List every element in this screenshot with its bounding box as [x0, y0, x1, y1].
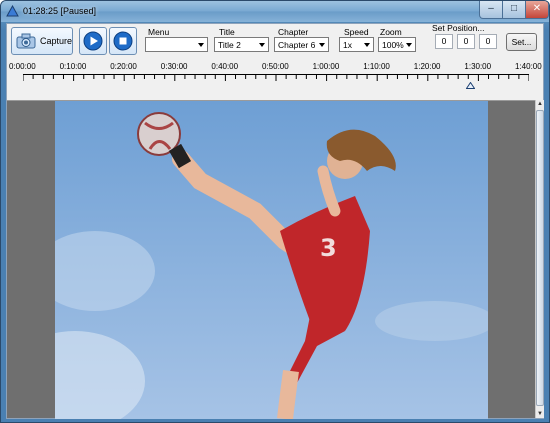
seek-thumb[interactable] [465, 82, 475, 89]
client-area: Capture Menu Title Title 2 Chapter Chapt… [6, 23, 544, 419]
menu-dropdown[interactable] [145, 37, 208, 52]
minimize-button[interactable]: – [479, 1, 503, 19]
title-dropdown[interactable]: Title 2 [214, 37, 269, 52]
timeline-label: 1:40:00 [515, 62, 542, 71]
timeline-label: 0:50:00 [262, 62, 289, 71]
video-frame[interactable]: 3 [55, 101, 488, 419]
app-icon [6, 5, 19, 17]
timeline-label: 0:10:00 [59, 62, 87, 71]
title-value: Title 2 [218, 40, 241, 50]
capture-button[interactable]: Capture [11, 27, 73, 55]
stop-button[interactable] [109, 27, 137, 55]
position-minutes-field[interactable]: 0 [457, 34, 475, 49]
timeline-label: 1:00:00 [312, 62, 340, 71]
play-button[interactable] [79, 27, 107, 55]
zoom-label: Zoom [380, 27, 402, 37]
scroll-up-icon[interactable]: ▲ [537, 101, 543, 107]
seek-ticks [23, 75, 529, 81]
position-hours-field[interactable]: 0 [435, 34, 453, 49]
video-image: 3 [55, 101, 488, 419]
zoom-value: 100% [382, 40, 404, 50]
title-label: Title [219, 27, 235, 37]
close-button[interactable]: ✕ [525, 1, 549, 19]
timeline-label: 1:20:00 [413, 62, 441, 71]
scroll-thumb[interactable] [536, 110, 544, 406]
chapter-label: Chapter [278, 27, 309, 37]
video-area[interactable]: 3 [7, 100, 535, 419]
position-seconds-field[interactable]: 0 [479, 34, 497, 49]
set-position-label: Set Position... [432, 23, 485, 33]
timeline-label: 0:40:00 [211, 62, 239, 71]
maximize-button[interactable]: □ [502, 1, 526, 19]
timeline-label: 0:30:00 [160, 62, 188, 71]
timeline-label: 1:10:00 [363, 62, 390, 71]
chevron-down-icon [406, 43, 412, 47]
svg-text:3: 3 [320, 234, 337, 262]
chevron-down-icon [259, 43, 265, 47]
window-title: 01:28:25 [Paused] [23, 6, 97, 16]
stop-icon [113, 31, 133, 51]
speed-label: Speed [344, 27, 369, 37]
set-position-button[interactable]: Set... [506, 33, 537, 51]
timeline-label: 0:20:00 [110, 62, 137, 71]
vertical-scrollbar[interactable]: ▲ ▼ [535, 100, 544, 418]
capture-label: Capture [40, 36, 73, 46]
app-window: 01:28:25 [Paused] – □ ✕ Capture Menu Tit… [0, 0, 550, 423]
camera-icon [16, 33, 36, 49]
scroll-down-icon[interactable]: ▼ [537, 411, 543, 417]
speed-dropdown[interactable]: 1x [339, 37, 374, 52]
timeline-label: 1:30:00 [464, 62, 492, 71]
chapter-value: Chapter 6 [278, 40, 316, 50]
zoom-dropdown[interactable]: 100% [378, 37, 416, 52]
play-icon [83, 31, 103, 51]
title-bar[interactable]: 01:28:25 [Paused] – □ ✕ [1, 1, 549, 22]
chevron-down-icon [198, 43, 204, 47]
speed-value: 1x [343, 40, 352, 50]
menu-label: Menu [148, 27, 170, 37]
chevron-down-icon [319, 43, 325, 47]
timeline-label: 0:00:00 [9, 62, 36, 71]
chevron-down-icon [364, 43, 370, 47]
chapter-dropdown[interactable]: Chapter 6 [274, 37, 329, 52]
